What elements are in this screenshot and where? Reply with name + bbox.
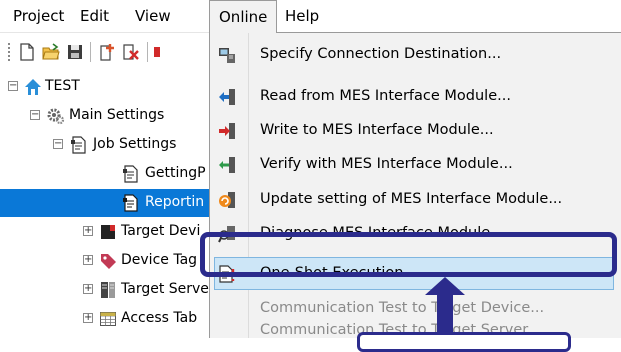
expand-icon[interactable]: + — [83, 255, 93, 265]
write-arrow-icon — [219, 123, 235, 139]
menu-item-update-setting[interactable]: Update setting of MES Interface Module..… — [210, 182, 621, 218]
menu-view[interactable]: View — [126, 0, 180, 32]
tree-item-getting[interactable]: GettingP — [0, 160, 210, 188]
tag-icon — [101, 254, 116, 269]
toolbar-partial-icon[interactable] — [154, 47, 160, 57]
tree-item-job-settings[interactable]: − Job Settings — [0, 131, 210, 159]
tree-label: Target Devi — [121, 223, 201, 239]
tree-label: Job Settings — [93, 136, 177, 152]
device-icon — [101, 225, 115, 239]
tree-label: Target Serve — [121, 281, 209, 297]
collapse-icon[interactable]: − — [30, 110, 40, 120]
menu-item-specify-connection[interactable]: Specify Connection Destination... — [210, 37, 621, 73]
open-folder-icon[interactable] — [42, 43, 60, 61]
delete-item-icon[interactable] — [122, 43, 140, 61]
verify-arrow-icon — [219, 157, 235, 173]
tree-label: Reportin — [145, 194, 205, 210]
gears-icon — [47, 108, 65, 125]
highlight-callout-frame — [200, 232, 617, 277]
menu-help[interactable]: Help — [276, 0, 328, 32]
save-icon[interactable] — [66, 43, 84, 61]
server-icon — [101, 282, 115, 298]
collapse-icon[interactable]: − — [8, 81, 18, 91]
expand-icon[interactable]: + — [83, 284, 93, 294]
home-icon — [25, 79, 41, 95]
update-icon — [219, 192, 235, 208]
add-item-icon[interactable] — [98, 43, 116, 61]
job-document-icon — [71, 136, 86, 154]
menu-bar: Project Edit View Online Help — [0, 0, 621, 33]
menu-edit[interactable]: Edit — [71, 0, 118, 32]
tree-label: TEST — [45, 78, 80, 94]
table-icon — [100, 312, 116, 326]
project-tree: − TEST − Main Settings − Job Settings Ge… — [0, 73, 210, 338]
menu-item-label: Update setting of MES Interface Module..… — [260, 191, 563, 207]
toolbar-grip[interactable] — [8, 43, 10, 61]
menu-online[interactable]: Online — [209, 0, 278, 33]
menu-item-label: Write to MES Interface Module... — [260, 122, 494, 138]
tree-label: Main Settings — [69, 107, 165, 123]
tree-item-test[interactable]: − TEST — [0, 73, 210, 101]
tree-item-main-settings[interactable]: − Main Settings — [0, 102, 210, 130]
menu-item-write-to-module[interactable]: Write to MES Interface Module... — [210, 113, 621, 149]
callout-note-box — [357, 332, 571, 352]
tree-label: GettingP — [145, 165, 206, 181]
menu-item-label: Specify Connection Destination... — [260, 46, 502, 62]
tree-item-device-tag[interactable]: + Device Tag — [0, 247, 210, 275]
tree-item-reporting[interactable]: Reportin — [0, 189, 210, 217]
tree-label: Access Tab — [121, 310, 198, 326]
read-arrow-icon — [219, 89, 235, 105]
menu-item-label: Read from MES Interface Module... — [260, 88, 511, 104]
expand-icon[interactable]: + — [83, 226, 93, 236]
menu-item-verify-with-module[interactable]: Verify with MES Interface Module... — [210, 147, 621, 183]
expand-icon[interactable]: + — [83, 313, 93, 323]
new-file-icon[interactable] — [18, 43, 36, 61]
tree-item-access-table[interactable]: + Access Tab — [0, 305, 210, 333]
toolbar-separator — [90, 42, 91, 62]
tree-item-target-device[interactable]: + Target Devi — [0, 218, 210, 246]
tree-label: Device Tag — [121, 252, 198, 268]
collapse-icon[interactable]: − — [53, 139, 63, 149]
job-document-icon — [123, 194, 138, 212]
toolbar-separator — [147, 42, 148, 62]
menu-item-label: Verify with MES Interface Module... — [260, 156, 513, 172]
menu-project[interactable]: Project — [4, 0, 73, 32]
online-menu-dropdown: Specify Connection Destination... Read f… — [209, 32, 621, 338]
connection-icon — [219, 48, 235, 63]
tree-item-target-server[interactable]: + Target Serve — [0, 276, 210, 304]
job-document-icon — [123, 165, 138, 183]
menu-item-read-from-module[interactable]: Read from MES Interface Module... — [210, 79, 621, 115]
